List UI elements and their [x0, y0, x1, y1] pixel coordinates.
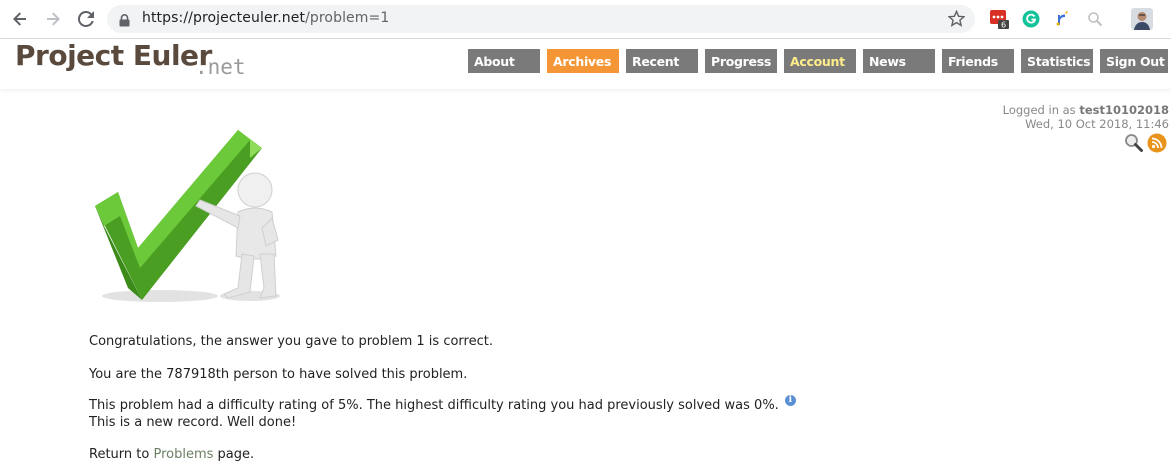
- site-logo[interactable]: Project Euler: [15, 39, 212, 72]
- utility-icons: [1124, 133, 1167, 157]
- problems-link[interactable]: Problems: [153, 447, 213, 462]
- site-logo-suffix: .net: [195, 55, 246, 79]
- profile-avatar[interactable]: [1131, 8, 1153, 30]
- search-extension-icon[interactable]: [1085, 9, 1105, 29]
- congrats-message: Congratulations, the answer you gave to …: [89, 334, 493, 349]
- grammarly-icon[interactable]: [1021, 9, 1041, 29]
- nav-statistics[interactable]: Statistics: [1021, 49, 1093, 73]
- extension-todo-icon[interactable]: 6: [989, 9, 1009, 29]
- nav-about[interactable]: About: [468, 49, 540, 73]
- difficulty-text: This problem had a difficulty rating of …: [89, 398, 779, 413]
- search-icon[interactable]: [1124, 133, 1144, 157]
- login-datetime: Wed, 10 Oct 2018, 11:46: [1025, 117, 1169, 131]
- correct-answer-illustration: [90, 128, 300, 304]
- nav-sign-out[interactable]: Sign Out: [1100, 49, 1168, 73]
- return-prefix: Return to: [89, 447, 154, 462]
- reader-extension-icon[interactable]: [1053, 9, 1073, 29]
- info-icon[interactable]: i: [784, 395, 796, 406]
- difficulty-message: This problem had a difficulty rating of …: [89, 395, 796, 414]
- solved-count-message: You are the 787918th person to have solv…: [89, 367, 468, 382]
- login-prefix: Logged in as: [1002, 103, 1080, 117]
- lock-icon: [119, 12, 130, 31]
- bookmark-star-icon[interactable]: [947, 9, 966, 31]
- address-bar[interactable]: https://projecteuler.net/problem=1: [107, 5, 975, 33]
- login-info: Logged in as test10102018 Wed, 10 Oct 20…: [1003, 103, 1169, 131]
- nav-account[interactable]: Account: [784, 49, 856, 73]
- login-username[interactable]: test10102018: [1079, 103, 1169, 117]
- nav-progress[interactable]: Progress: [705, 49, 777, 73]
- nav-recent[interactable]: Recent: [626, 49, 698, 73]
- nav-friends[interactable]: Friends: [942, 49, 1014, 73]
- nav-archives[interactable]: Archives: [547, 49, 619, 73]
- forward-icon[interactable]: [42, 8, 64, 30]
- record-message: This is a new record. Well done!: [89, 415, 297, 430]
- reload-icon[interactable]: [75, 8, 97, 30]
- url-text: https://projecteuler.net/problem=1: [142, 10, 390, 26]
- site-header: Project Euler .net About Archives Recent…: [0, 39, 1171, 89]
- return-message: Return to Problems page.: [89, 446, 254, 463]
- return-suffix: page.: [213, 447, 255, 462]
- nav-news[interactable]: News: [863, 49, 935, 73]
- back-icon[interactable]: [9, 8, 31, 30]
- rss-icon[interactable]: [1147, 133, 1167, 157]
- extension-badge: 6: [1001, 21, 1006, 30]
- browser-toolbar: https://projecteuler.net/problem=1 6: [0, 0, 1171, 39]
